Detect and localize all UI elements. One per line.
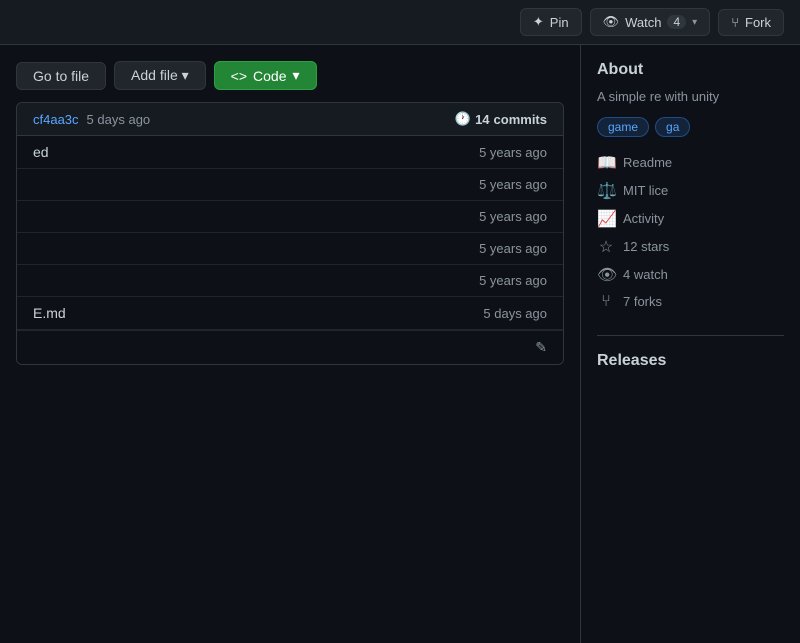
code-chevron: ▾: [292, 67, 299, 84]
book-icon: 📖: [597, 153, 615, 173]
tag-ga[interactable]: ga: [655, 117, 690, 137]
watch-button[interactable]: 👁 Watch 4 ▾: [590, 8, 711, 36]
edit-icon[interactable]: ✎: [535, 339, 547, 356]
watch-chevron: ▾: [692, 17, 697, 28]
file-time: 5 years ago: [479, 273, 547, 288]
license-label: MIT lice: [623, 183, 668, 198]
file-time: 5 years ago: [479, 209, 547, 224]
about-description: A simple re with unity: [597, 87, 784, 107]
add-file-chevron: ▾: [182, 67, 189, 83]
file-area: Go to file Add file ▾ <> Code ▾ cf4aa3c …: [0, 45, 580, 643]
main-layout: Go to file Add file ▾ <> Code ▾ cf4aa3c …: [0, 45, 800, 643]
pin-icon: ✦: [533, 14, 544, 30]
commit-info: cf4aa3c 5 days ago: [33, 112, 150, 127]
sidebar-item-stars[interactable]: ☆ 12 stars: [597, 233, 784, 261]
code-icon: <>: [231, 68, 247, 84]
commits-label: commits: [494, 112, 547, 127]
sidebar: About A simple re with unity game ga 📖 R…: [580, 45, 800, 643]
releases-title: Releases: [597, 352, 784, 370]
tag-game[interactable]: game: [597, 117, 649, 137]
file-time: 5 years ago: [479, 241, 547, 256]
sidebar-item-license[interactable]: ⚖️ MIT lice: [597, 177, 784, 205]
table-row[interactable]: 5 years ago: [17, 233, 563, 265]
fork-label: Fork: [745, 15, 771, 30]
commit-time: 5 days ago: [87, 112, 151, 127]
sidebar-item-readme[interactable]: 📖 Readme: [597, 149, 784, 177]
code-label: Code: [253, 68, 286, 84]
table-row[interactable]: ed 5 years ago: [17, 136, 563, 169]
file-time: 5 years ago: [479, 177, 547, 192]
pin-button[interactable]: ✦ Pin: [520, 8, 582, 36]
watchers-label: 4 watch: [623, 267, 668, 282]
file-time: 5 years ago: [479, 145, 547, 160]
balance-icon: ⚖️: [597, 181, 615, 201]
readme-label: Readme: [623, 155, 672, 170]
add-file-button[interactable]: Add file ▾: [114, 61, 206, 90]
add-file-label: Add file: [131, 67, 178, 83]
star-icon: ☆: [597, 237, 615, 257]
sidebar-item-activity[interactable]: 📈 Activity: [597, 205, 784, 233]
file-list-header: cf4aa3c 5 days ago 🕐 14 commits: [17, 103, 563, 136]
file-name: E.md: [33, 305, 66, 321]
table-row[interactable]: 5 years ago: [17, 265, 563, 297]
stars-label: 12 stars: [623, 239, 669, 254]
file-time: 5 days ago: [483, 306, 547, 321]
sidebar-divider: [597, 335, 784, 336]
edit-row: ✎: [17, 330, 563, 364]
sidebar-item-forks[interactable]: ⑂ 7 forks: [597, 289, 784, 315]
about-section: About A simple re with unity game ga 📖 R…: [597, 61, 784, 315]
sidebar-item-watchers[interactable]: 👁 4 watch: [597, 261, 784, 289]
fork-icon: ⑂: [597, 293, 615, 311]
table-row[interactable]: E.md 5 days ago: [17, 297, 563, 330]
watch-count: 4: [667, 15, 686, 29]
clock-icon: 🕐: [455, 111, 471, 127]
table-row[interactable]: 5 years ago: [17, 201, 563, 233]
fork-button[interactable]: ⑂ Fork: [718, 9, 784, 36]
top-bar: ✦ Pin 👁 Watch 4 ▾ ⑂ Fork: [0, 0, 800, 45]
file-list-container: cf4aa3c 5 days ago 🕐 14 commits ed 5 yea…: [16, 102, 564, 365]
releases-section: Releases: [597, 352, 784, 370]
file-toolbar: Go to file Add file ▾ <> Code ▾: [0, 45, 580, 102]
commit-hash: cf4aa3c: [33, 112, 79, 127]
eye-icon: 👁: [597, 265, 615, 285]
goto-file-button[interactable]: Go to file: [16, 62, 106, 90]
activity-label: Activity: [623, 211, 664, 226]
pin-label: Pin: [550, 15, 569, 30]
code-button[interactable]: <> Code ▾: [214, 61, 317, 90]
commits-link[interactable]: 🕐 14 commits: [455, 111, 547, 127]
commits-count: 14: [475, 112, 489, 127]
forks-label: 7 forks: [623, 294, 662, 309]
table-row[interactable]: 5 years ago: [17, 169, 563, 201]
activity-icon: 📈: [597, 209, 615, 229]
fork-icon: ⑂: [731, 15, 739, 30]
eye-icon: 👁: [603, 14, 620, 30]
tags-row: game ga: [597, 117, 784, 137]
file-name: ed: [33, 144, 49, 160]
watch-label: Watch: [625, 15, 661, 30]
about-title: About: [597, 61, 784, 79]
